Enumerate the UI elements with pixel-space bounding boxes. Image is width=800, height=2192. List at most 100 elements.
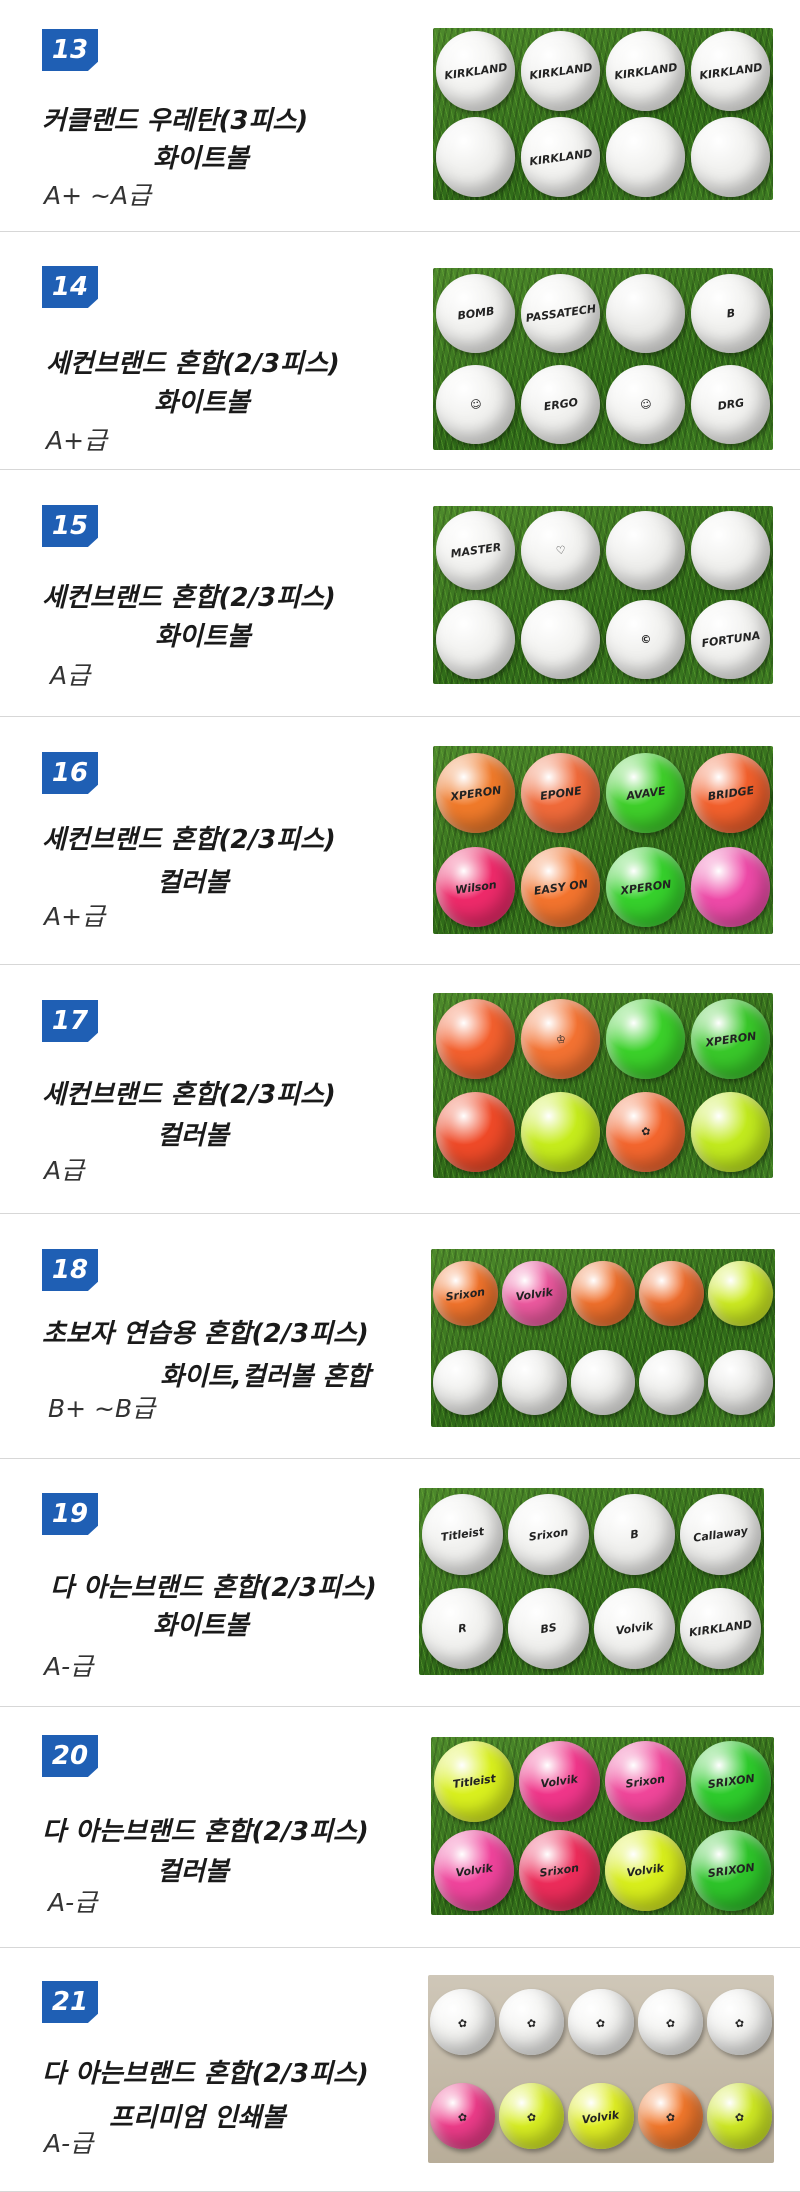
product-title: 세컨브랜드 혼합(2/3피스) <box>42 1080 336 1110</box>
golf-ball-photo[interactable]: XPERON EPONE AVAVE BRIDGE Wilson EASY ON XPERO… <box>433 746 773 934</box>
golf-ball: Titleist <box>421 1494 503 1576</box>
golf-ball <box>690 1091 771 1172</box>
golf-ball: XPERON <box>605 847 686 927</box>
golf-ball: XPERON <box>435 753 516 833</box>
product-number-badge: 17 <box>42 1000 98 1042</box>
golf-ball: Volvik <box>501 1261 567 1326</box>
golf-ball: SRIXON <box>690 1830 772 1911</box>
golf-ball-print <box>521 628 600 639</box>
product-subtitle: 컬러볼 <box>157 1857 229 1887</box>
product-grade: A-급 <box>44 1652 94 1681</box>
golf-ball-photo[interactable]: BOMB PASSATECH B ☺ ERGO ☺ DRG <box>433 268 773 450</box>
golf-ball: Volvik <box>594 1587 676 1669</box>
golf-ball-print: FORTUNA <box>700 629 761 651</box>
golf-ball-print <box>436 145 515 156</box>
golf-ball: KIRKLAND <box>690 31 771 111</box>
product-subtitle: 화이트볼 <box>155 622 251 652</box>
golf-ball: ☺ <box>435 364 516 445</box>
golf-ball <box>708 1350 773 1415</box>
golf-ball: © <box>605 599 686 680</box>
golf-ball: EPONE <box>520 753 601 833</box>
product-number-badge: 15 <box>42 505 98 547</box>
golf-ball-print: ✿ <box>640 1124 651 1139</box>
golf-ball: ✿ <box>637 1989 703 2055</box>
golf-ball-photo[interactable]: Titleist Volvik Srixon SRIXON Volvik Srixon Vo… <box>431 1737 774 1915</box>
golf-ball: Callaway <box>680 1494 762 1576</box>
golf-ball-print <box>640 1284 704 1293</box>
product-grade: A급 <box>44 1156 85 1185</box>
golf-ball-print: Volvik <box>581 2108 621 2127</box>
golf-ball-photo[interactable]: MASTER ♡ © FORTUNA <box>433 506 773 684</box>
golf-ball-print: © <box>639 632 652 647</box>
golf-ball-print: SRIXON <box>706 1771 756 1792</box>
golf-ball <box>605 273 686 354</box>
golf-ball: KIRKLAND <box>605 31 686 111</box>
golf-ball <box>435 599 516 680</box>
golf-ball <box>435 1091 516 1172</box>
golf-ball-print <box>606 539 685 550</box>
golf-ball: KIRKLAND <box>520 117 601 197</box>
golf-ball: KIRKLAND <box>680 1587 762 1669</box>
golf-ball <box>605 999 686 1080</box>
golf-ball-photo[interactable]: KIRKLAND KIRKLAND KIRKLAND KIRKLAND KIRKLAND <box>433 28 773 200</box>
golf-ball-print <box>436 1027 515 1038</box>
golf-ball-print: KIRKLAND <box>688 1617 754 1640</box>
golf-ball-print: ♡ <box>554 543 567 558</box>
golf-ball-print: R <box>456 1621 468 1636</box>
golf-ball: Volvik <box>568 2083 634 2149</box>
product-title: 다 아는브랜드 혼합(2/3피스) <box>42 1817 369 1847</box>
golf-ball-print: KIRKLAND <box>698 60 763 82</box>
golf-ball <box>435 117 516 197</box>
golf-ball: AVAVE <box>605 753 686 833</box>
golf-ball: ✿ <box>430 1989 496 2055</box>
golf-ball: KIRKLAND <box>435 31 516 111</box>
golf-ball-print: Volvik <box>514 1285 554 1304</box>
golf-ball-photo[interactable]: ✿ ✿ ✿ ✿ ✿ ✿ ✿ Volvik ✿ ✿ <box>428 1975 774 2163</box>
golf-ball <box>690 510 771 591</box>
golf-ball: ✿ <box>430 2083 496 2149</box>
golf-ball-print: ✿ <box>733 2110 745 2125</box>
golf-ball-print <box>709 1373 773 1382</box>
product-grade: A+급 <box>46 426 108 455</box>
product-title: 다 아는브랜드 혼합(2/3피스) <box>42 2059 369 2089</box>
golf-ball-print: ☺ <box>468 397 483 412</box>
product-number-badge: 16 <box>42 752 98 794</box>
product-subtitle: 화이트,컬러볼 혼합 <box>160 1362 371 1392</box>
golf-ball-print: KIRKLAND <box>443 60 508 82</box>
product-subtitle: 화이트볼 <box>153 1611 249 1641</box>
product-subtitle: 화이트볼 <box>153 144 249 174</box>
golf-ball: ✿ <box>605 1091 686 1172</box>
golf-ball: ✿ <box>637 2083 703 2149</box>
golf-ball: ✿ <box>568 1989 634 2055</box>
golf-ball-photo[interactable]: Srixon Volvik <box>431 1249 775 1427</box>
golf-ball-print: ♔ <box>554 1032 567 1047</box>
golf-ball-print: AVAVE <box>625 783 666 803</box>
golf-ball-print: B <box>725 306 736 321</box>
product-number-badge: 20 <box>42 1735 98 1777</box>
golf-ball-print: ✿ <box>733 2016 745 2031</box>
golf-ball-photo[interactable]: ♔ XPERON ✿ <box>433 993 773 1178</box>
golf-ball <box>570 1261 636 1326</box>
golf-ball-print <box>691 145 770 156</box>
golf-ball-print: BOMB <box>456 304 495 323</box>
product-subtitle: 화이트볼 <box>154 388 250 418</box>
golf-ball: B <box>690 273 771 354</box>
golf-ball <box>501 1350 567 1415</box>
golf-ball-print <box>640 1373 704 1382</box>
golf-ball: SRIXON <box>690 1741 772 1822</box>
golf-ball <box>435 999 516 1080</box>
product-grade: A+급 <box>44 902 106 931</box>
golf-ball-print <box>571 1373 635 1382</box>
golf-ball-print: EASY ON <box>532 876 589 898</box>
golf-ball: Wilson <box>435 847 516 927</box>
golf-ball-print: MASTER <box>449 540 502 561</box>
golf-ball: ✿ <box>706 1989 772 2055</box>
golf-ball: BRIDGE <box>690 753 771 833</box>
golf-ball-print: ✿ <box>595 2016 607 2031</box>
product-number-badge: 18 <box>42 1249 98 1291</box>
golf-ball: DRG <box>690 364 771 445</box>
product-subtitle: 컬러볼 <box>157 868 229 898</box>
golf-ball-print: Volvik <box>540 1772 579 1791</box>
golf-ball-photo[interactable]: Titleist Srixon B Callaway R BS Volvik KIRKLAND <box>419 1488 764 1675</box>
product-number-badge: 13 <box>42 29 98 71</box>
